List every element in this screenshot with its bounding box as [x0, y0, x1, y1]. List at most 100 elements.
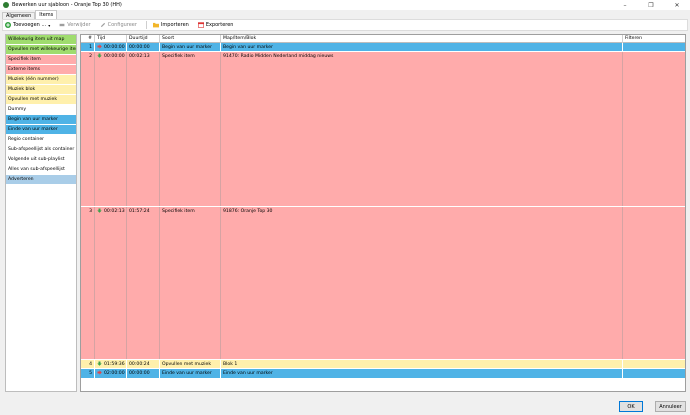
time-value: 00:00:00	[104, 54, 125, 59]
cell-duration: 00:02:13	[127, 52, 160, 206]
cell-time: 00:02:13	[95, 207, 127, 359]
cell-item: 91470: Radio Midden Nederland middag nie…	[221, 52, 623, 206]
ok-button[interactable]: OK	[619, 401, 643, 412]
palette-item[interactable]: Specifiek item	[6, 55, 76, 65]
add-label: Toevoegen ...	[13, 22, 47, 28]
arrow-down-icon	[97, 53, 102, 58]
cell-filter	[623, 43, 685, 51]
tab-items[interactable]: Items	[35, 10, 58, 19]
cell-num: 3	[81, 207, 95, 359]
column-header-num[interactable]: #	[81, 35, 95, 43]
column-header-item[interactable]: Map/Item/Blok	[221, 35, 623, 43]
minimize-button[interactable]: –	[612, 0, 638, 10]
palette-item[interactable]: Begin van uur marker	[6, 115, 76, 125]
chevron-down-icon: ▾	[48, 22, 51, 28]
item-type-palette: Willekeurig item uit map Opvullen met wil…	[5, 34, 77, 392]
column-header-type[interactable]: Soort	[160, 35, 221, 43]
dialog-footer: OK Annuleer	[0, 396, 690, 415]
delete-icon	[59, 23, 65, 27]
palette-item[interactable]: Opvullen met willekeurige items	[6, 45, 76, 55]
cell-num: 5	[81, 369, 95, 378]
cell-duration: 00:00:00	[127, 369, 160, 378]
tab-strip: Algemeen Items	[2, 10, 58, 19]
maximize-button[interactable]: ❐	[638, 0, 664, 10]
time-value: 00:00:00	[104, 45, 125, 50]
palette-item[interactable]: Volgende uit sub-playlist	[6, 155, 76, 165]
wrench-icon	[100, 22, 105, 28]
table-row[interactable]: 3 00:02:13 01:57:24 Specifiek item 91876: Or…	[81, 207, 685, 360]
arrow-right-icon	[97, 44, 102, 49]
toolbar-separator	[145, 21, 147, 29]
cell-item: Einde van uur marker	[221, 369, 623, 378]
cell-type: Specifiek item	[160, 207, 221, 359]
time-value: 01:59:36	[104, 362, 125, 367]
cell-time: 02:00:00	[95, 369, 127, 378]
palette-item[interactable]: Sub-afspeellijst als container	[6, 145, 76, 155]
palette-item[interactable]: Muziek blok	[6, 85, 76, 95]
plus-icon	[5, 22, 11, 28]
tab-algemeen[interactable]: Algemeen	[2, 12, 36, 19]
cell-time: 01:59:36	[95, 360, 127, 368]
cell-item: Begin van uur marker	[221, 43, 623, 51]
window-title: Bewerken uur sjabloon - Oranje Top 30 (H…	[12, 2, 122, 8]
close-button[interactable]: ✕	[664, 0, 690, 10]
cell-num: 2	[81, 52, 95, 206]
title-bar: Bewerken uur sjabloon - Oranje Top 30 (H…	[0, 0, 690, 10]
add-button[interactable]: Toevoegen ... ▾	[5, 20, 50, 30]
palette-item[interactable]: Willekeurig item uit map	[6, 35, 76, 45]
cell-num: 4	[81, 360, 95, 368]
cell-type: Opvullen met muziek	[160, 360, 221, 368]
configure-label: Configureer	[107, 22, 137, 28]
cancel-button[interactable]: Annuleer	[655, 401, 686, 412]
table-row[interactable]: 5 02:00:00 00:00:00 Einde van uur marker Ein…	[81, 369, 685, 378]
cell-duration: 01:57:24	[127, 207, 160, 359]
import-label: Importeren	[160, 22, 189, 28]
export-label: Exporteren	[205, 22, 234, 28]
time-value: 02:00:00	[104, 371, 125, 376]
delete-label: Verwijder	[67, 22, 91, 28]
cell-duration: 00:00:24	[127, 360, 160, 368]
cell-item: 91876: Oranje Top 30	[221, 207, 623, 359]
grid-body: 1 00:00:00 00:00:00 Begin van uur marker Beg…	[81, 43, 685, 381]
window-controls: – ❐ ✕	[612, 0, 690, 10]
table-row[interactable]: 2 00:00:00 00:02:13 Specifiek item 91470: Ra…	[81, 52, 685, 207]
cell-filter	[623, 369, 685, 378]
palette-item[interactable]: Alles van sub-afspeellijst	[6, 165, 76, 175]
column-header-duration[interactable]: Duurtijd	[127, 35, 160, 43]
arrow-right-icon	[97, 370, 102, 375]
app-icon	[3, 2, 9, 8]
palette-item[interactable]: Dummy	[6, 105, 76, 115]
cell-filter	[623, 207, 685, 359]
export-button[interactable]: Exporteren	[197, 20, 234, 30]
cell-num: 1	[81, 43, 95, 51]
arrow-down-icon	[97, 361, 102, 366]
import-button[interactable]: Importeren	[152, 20, 189, 30]
palette-item[interactable]: Adverteren	[6, 175, 76, 185]
cell-duration: 00:00:00	[127, 43, 160, 51]
table-row[interactable]: 4 01:59:36 00:00:24 Opvullen met muziek Blok…	[81, 360, 685, 369]
folder-icon	[152, 22, 159, 28]
export-icon	[197, 22, 204, 28]
cell-filter	[623, 52, 685, 206]
grid-header: # Tijd Duurtijd Soort Map/Item/Blok Filt…	[81, 35, 685, 43]
delete-button[interactable]: Verwijder	[59, 20, 91, 30]
cell-time: 00:00:00	[95, 52, 127, 206]
cell-filter	[623, 360, 685, 368]
column-header-time[interactable]: Tijd	[95, 35, 127, 43]
toolbar: Toevoegen ... ▾ Verwijder Configureer Im…	[2, 19, 688, 31]
cell-time: 00:00:00	[95, 43, 127, 51]
cell-item: Blok 1	[221, 360, 623, 368]
cell-type: Begin van uur marker	[160, 43, 221, 51]
cell-type: Einde van uur marker	[160, 369, 221, 378]
palette-item[interactable]: Opvullen met muziek	[6, 95, 76, 105]
column-header-filter[interactable]: Filteren	[623, 35, 685, 43]
items-grid: # Tijd Duurtijd Soort Map/Item/Blok Filt…	[80, 34, 686, 392]
configure-button[interactable]: Configureer	[100, 20, 137, 30]
cell-type: Specifiek item	[160, 52, 221, 206]
table-row[interactable]: 1 00:00:00 00:00:00 Begin van uur marker Beg…	[81, 43, 685, 52]
palette-item[interactable]: Externe items	[6, 65, 76, 75]
palette-item[interactable]: Regio container	[6, 135, 76, 145]
arrow-down-icon	[97, 208, 102, 213]
palette-item[interactable]: Muziek (één nummer)	[6, 75, 76, 85]
palette-item[interactable]: Einde van uur marker	[6, 125, 76, 135]
